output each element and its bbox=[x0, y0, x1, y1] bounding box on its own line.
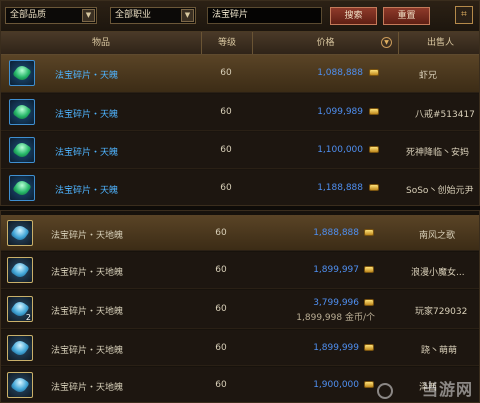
jade-gem-icon[interactable] bbox=[9, 137, 35, 163]
watermark: 当游网 bbox=[421, 380, 473, 399]
item-price: 1,088,888 bbox=[317, 68, 363, 78]
item-name: 法宝碎片・天魄 bbox=[55, 110, 119, 120]
item-level: 60 bbox=[220, 107, 232, 117]
filter-bar: 全部品质 ▼ 全部职业 ▼ 法宝碎片 搜索 重置 ⌗ bbox=[1, 1, 479, 32]
gold-coin-icon bbox=[364, 229, 374, 236]
jade-gem-icon[interactable] bbox=[9, 175, 35, 201]
gold-coin-icon bbox=[369, 69, 379, 76]
gold-coin-icon bbox=[369, 108, 379, 115]
settings-icon[interactable]: ⌗ bbox=[455, 6, 473, 24]
seller-name: 浪漫小魔女... bbox=[411, 268, 465, 278]
table-row[interactable]: 法宝碎片・天魄 60 1,188,888 SoSo丶创始元尹 bbox=[1, 170, 479, 205]
seller-name: 跷丶萌萌 bbox=[421, 346, 458, 356]
table-row[interactable]: 法宝碎片・天地魄 60 1,900,000 泽西 bbox=[1, 367, 479, 402]
unit-price: 1,899,998 金币/个 bbox=[296, 313, 375, 323]
seller-name: 八戒#513417 bbox=[415, 110, 475, 120]
header-item[interactable]: 物品 bbox=[1, 32, 201, 54]
gold-coin-icon bbox=[364, 299, 374, 306]
jade-gem-icon[interactable] bbox=[7, 335, 33, 361]
stack-count: 2 bbox=[25, 313, 31, 322]
watermark-logo-icon bbox=[377, 383, 393, 399]
quality-select[interactable]: 全部品质 ▼ bbox=[5, 7, 97, 24]
header-seller[interactable]: 出售人 bbox=[398, 32, 479, 54]
header-level[interactable]: 等级 bbox=[201, 32, 252, 54]
item-name: 法宝碎片・天地魄 bbox=[51, 231, 124, 241]
table-header: 物品 等级 价格 ▼ 出售人 bbox=[1, 32, 479, 55]
table-row[interactable]: 法宝碎片・天魄 60 1,088,888 虾兄 bbox=[1, 55, 479, 93]
table-row[interactable]: 法宝碎片・天地魄 60 1,899,999 跷丶萌萌 bbox=[1, 330, 479, 366]
seller-name: 南风之歌 bbox=[419, 231, 456, 241]
table-row[interactable]: 法宝碎片・天地魄 60 1,888,888 南风之歌 bbox=[1, 215, 479, 251]
profession-select[interactable]: 全部职业 ▼ bbox=[110, 7, 196, 24]
item-name: 法宝碎片・天地魄 bbox=[51, 346, 124, 356]
table-row[interactable]: 法宝碎片・天地魄 60 1,899,997 浪漫小魔女... bbox=[1, 252, 479, 289]
item-price: 1,099,989 bbox=[317, 107, 363, 117]
seller-name: 死神降临丶安妈 bbox=[406, 148, 470, 158]
table-row[interactable]: 法宝碎片・天魄 60 1,100,000 死神降临丶安妈 bbox=[1, 132, 479, 169]
chevron-down-icon[interactable]: ▼ bbox=[82, 9, 95, 22]
item-price: 1,188,888 bbox=[317, 183, 363, 193]
gold-coin-icon bbox=[364, 344, 374, 351]
gold-coin-icon bbox=[364, 381, 374, 388]
item-name: 法宝碎片・天地魄 bbox=[51, 383, 124, 393]
item-price: 1,888,888 bbox=[313, 228, 359, 238]
quality-select-value: 全部品质 bbox=[10, 10, 47, 20]
jade-gem-icon[interactable] bbox=[9, 99, 35, 125]
reset-button[interactable]: 重置 bbox=[383, 7, 430, 25]
search-button[interactable]: 搜索 bbox=[330, 7, 377, 25]
item-price: 3,799,996 bbox=[313, 298, 359, 308]
jade-gem-icon[interactable] bbox=[7, 372, 33, 398]
seller-name: SoSo丶创始元尹 bbox=[406, 186, 474, 196]
item-price: 1,100,000 bbox=[317, 145, 363, 155]
item-level: 60 bbox=[215, 304, 227, 314]
table-row[interactable]: 法宝碎片・天魄 60 1,099,989 八戒#513417 bbox=[1, 94, 479, 131]
header-price[interactable]: 价格 bbox=[252, 32, 398, 54]
item-level: 60 bbox=[220, 68, 232, 78]
item-level: 60 bbox=[215, 265, 227, 275]
item-price: 1,899,999 bbox=[313, 343, 359, 353]
gold-coin-icon bbox=[369, 146, 379, 153]
chevron-down-icon[interactable]: ▼ bbox=[181, 9, 194, 22]
item-name: 法宝碎片・天魄 bbox=[55, 148, 119, 158]
jade-gem-icon[interactable] bbox=[7, 220, 33, 246]
gold-coin-icon bbox=[364, 266, 374, 273]
item-price: 1,899,997 bbox=[313, 265, 359, 275]
jade-gem-icon[interactable] bbox=[9, 60, 35, 86]
item-level: 60 bbox=[220, 183, 232, 193]
market-panel-top: 全部品质 ▼ 全部职业 ▼ 法宝碎片 搜索 重置 ⌗ 物品 等级 价格 ▼ 出售… bbox=[0, 0, 480, 206]
seller-name: 玩家729032 bbox=[415, 307, 468, 317]
market-panel-bottom: 法宝碎片・天地魄 60 1,888,888 南风之歌 法宝碎片・天地魄 60 1… bbox=[0, 210, 480, 403]
item-price: 1,900,000 bbox=[313, 380, 359, 390]
item-level: 60 bbox=[215, 228, 227, 238]
jade-gem-icon[interactable]: 2 bbox=[7, 296, 33, 322]
item-level: 60 bbox=[215, 343, 227, 353]
item-name: 法宝碎片・天地魄 bbox=[51, 268, 124, 278]
gold-coin-icon bbox=[369, 184, 379, 191]
profession-select-value: 全部职业 bbox=[115, 10, 152, 20]
item-name: 法宝碎片・天地魄 bbox=[51, 307, 124, 317]
sort-icon[interactable]: ▼ bbox=[381, 37, 392, 48]
seller-name: 虾兄 bbox=[419, 71, 438, 81]
item-name: 法宝碎片・天魄 bbox=[55, 71, 119, 81]
item-level: 60 bbox=[215, 380, 227, 390]
item-name: 法宝碎片・天魄 bbox=[55, 186, 119, 196]
jade-gem-icon[interactable] bbox=[7, 257, 33, 283]
item-level: 60 bbox=[220, 145, 232, 155]
search-input[interactable]: 法宝碎片 bbox=[207, 7, 322, 24]
table-row[interactable]: 2 法宝碎片・天地魄 60 3,799,996 1,899,998 金币/个 玩… bbox=[1, 290, 479, 329]
